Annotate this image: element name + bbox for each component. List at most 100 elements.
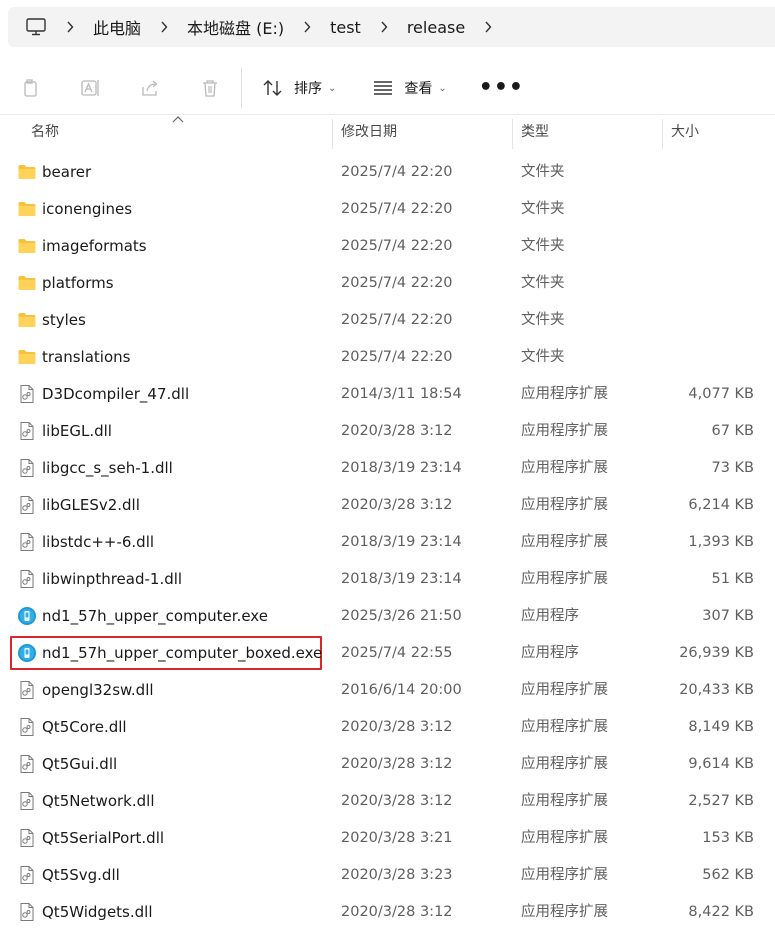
file-name[interactable]: iconengines: [42, 191, 132, 228]
file-size: 562 KB: [702, 867, 754, 883]
chevron-right-icon[interactable]: [151, 21, 177, 33]
file-row[interactable]: Qt5Core.dll 2020/3/28 3:12 应用程序扩展 8,149 KB: [0, 709, 775, 746]
dll-file-icon: [17, 421, 37, 441]
file-type: 应用程序扩展: [521, 571, 608, 587]
file-type: 应用程序扩展: [521, 423, 608, 439]
file-row[interactable]: styles 2025/7/4 22:20 文件夹: [0, 302, 775, 339]
address-bar[interactable]: 此电脑 本地磁盘 (E:) test release: [8, 7, 775, 47]
breadcrumb-release[interactable]: release: [397, 18, 475, 37]
file-size: 9,614 KB: [688, 756, 754, 772]
file-name[interactable]: Qt5Gui.dll: [42, 746, 117, 783]
file-row[interactable]: D3Dcompiler_47.dll 2014/3/11 18:54 应用程序扩展 4…: [0, 376, 775, 413]
file-size: 4,077 KB: [688, 386, 754, 402]
chevron-right-icon[interactable]: [371, 21, 397, 33]
file-row[interactable]: libstdc++-6.dll 2018/3/19 23:14 应用程序扩展 1,39…: [0, 524, 775, 561]
file-name[interactable]: Qt5SerialPort.dll: [42, 820, 164, 857]
column-header-date[interactable]: 修改日期: [341, 115, 397, 149]
file-date: 2018/3/19 23:14: [341, 571, 462, 587]
column-divider[interactable]: [332, 119, 333, 149]
column-divider[interactable]: [662, 119, 663, 149]
delete-icon[interactable]: [180, 60, 240, 116]
toolbar-divider: [241, 68, 242, 108]
file-type: 应用程序扩展: [521, 793, 608, 809]
file-name[interactable]: libwinpthread-1.dll: [42, 561, 182, 598]
file-size: 51 KB: [711, 571, 754, 587]
more-options-button[interactable]: •••: [471, 77, 532, 99]
file-row[interactable]: bearer 2025/7/4 22:20 文件夹: [0, 154, 775, 191]
file-row[interactable]: libwinpthread-1.dll 2018/3/19 23:14 应用程序扩展…: [0, 561, 775, 598]
file-row[interactable]: libEGL.dll 2020/3/28 3:12 应用程序扩展 67 KB: [0, 413, 775, 450]
file-name[interactable]: bearer: [42, 154, 91, 191]
file-row[interactable]: translations 2025/7/4 22:20 文件夹: [0, 339, 775, 376]
column-divider[interactable]: [512, 119, 513, 149]
rename-icon[interactable]: [60, 60, 120, 116]
folder-icon: [17, 236, 37, 256]
file-name[interactable]: imageformats: [42, 228, 147, 265]
dll-file-icon: [17, 828, 37, 848]
file-row[interactable]: Qt5Network.dll 2020/3/28 3:12 应用程序扩展 2,527 …: [0, 783, 775, 820]
file-name[interactable]: D3Dcompiler_47.dll: [42, 376, 189, 413]
file-date: 2025/7/4 22:20: [341, 201, 453, 217]
file-name[interactable]: platforms: [42, 265, 114, 302]
sort-ascending-icon: [172, 115, 184, 127]
file-size: 2,527 KB: [688, 793, 754, 809]
breadcrumb-drive-e[interactable]: 本地磁盘 (E:): [177, 15, 294, 39]
file-list: bearer 2025/7/4 22:20 文件夹 iconengines 2025/7…: [0, 154, 775, 931]
file-name[interactable]: libEGL.dll: [42, 413, 112, 450]
file-row[interactable]: libgcc_s_seh-1.dll 2018/3/19 23:14 应用程序扩展 7…: [0, 450, 775, 487]
file-row-highlighted[interactable]: nd1_57h_upper_computer_boxed.exe 2025/7/4…: [0, 635, 775, 672]
file-name[interactable]: opengl32sw.dll: [42, 672, 154, 709]
file-size: 1,393 KB: [688, 534, 754, 550]
file-size: 8,422 KB: [688, 904, 754, 920]
file-row[interactable]: platforms 2025/7/4 22:20 文件夹: [0, 265, 775, 302]
file-type: 文件夹: [521, 275, 565, 291]
file-date: 2025/7/4 22:20: [341, 349, 453, 365]
chevron-right-icon[interactable]: [475, 21, 501, 33]
file-row[interactable]: opengl32sw.dll 2016/6/14 20:00 应用程序扩展 20,43…: [0, 672, 775, 709]
folder-icon: [17, 273, 37, 293]
file-type: 应用程序扩展: [521, 756, 608, 772]
this-pc-icon[interactable]: [25, 16, 47, 38]
file-name[interactable]: libGLESv2.dll: [42, 487, 140, 524]
file-name[interactable]: libgcc_s_seh-1.dll: [42, 450, 173, 487]
dll-file-icon: [17, 865, 37, 885]
file-row[interactable]: libGLESv2.dll 2020/3/28 3:12 应用程序扩展 6,214 K…: [0, 487, 775, 524]
dll-file-icon: [17, 902, 37, 922]
file-type: 文件夹: [521, 238, 565, 254]
breadcrumb-this-pc[interactable]: 此电脑: [83, 15, 151, 39]
share-icon[interactable]: [120, 60, 180, 116]
file-date: 2016/6/14 20:00: [341, 682, 462, 698]
copy-icon[interactable]: [0, 60, 60, 116]
file-name[interactable]: libstdc++-6.dll: [42, 524, 154, 561]
sort-button[interactable]: 排序 ⌄: [252, 68, 346, 108]
file-date: 2018/3/19 23:14: [341, 534, 462, 550]
file-name[interactable]: Qt5Core.dll: [42, 709, 127, 746]
file-date: 2025/7/4 22:55: [341, 645, 453, 661]
file-row[interactable]: nd1_57h_upper_computer.exe 2025/3/26 21:5…: [0, 598, 775, 635]
file-row[interactable]: Qt5Gui.dll 2020/3/28 3:12 应用程序扩展 9,614 KB: [0, 746, 775, 783]
file-name[interactable]: Qt5Network.dll: [42, 783, 155, 820]
view-button[interactable]: 查看 ⌄: [362, 68, 456, 108]
dll-file-icon: [17, 384, 37, 404]
file-name[interactable]: nd1_57h_upper_computer_boxed.exe: [42, 635, 322, 672]
file-type: 应用程序扩展: [521, 534, 608, 550]
file-row[interactable]: imageformats 2025/7/4 22:20 文件夹: [0, 228, 775, 265]
breadcrumb-test[interactable]: test: [320, 18, 371, 37]
file-name[interactable]: styles: [42, 302, 86, 339]
column-header-name[interactable]: 名称: [31, 115, 59, 149]
chevron-right-icon[interactable]: [294, 21, 320, 33]
file-name[interactable]: Qt5Widgets.dll: [42, 894, 153, 931]
file-size: 26,939 KB: [679, 645, 754, 661]
chevron-right-icon[interactable]: [57, 21, 83, 33]
file-row[interactable]: Qt5Widgets.dll 2020/3/28 3:12 应用程序扩展 8,422 …: [0, 894, 775, 931]
file-name[interactable]: translations: [42, 339, 130, 376]
column-header-type[interactable]: 类型: [521, 115, 549, 149]
file-type: 应用程序扩展: [521, 830, 608, 846]
file-name[interactable]: Qt5Svg.dll: [42, 857, 120, 894]
command-bar: 排序 ⌄ 查看 ⌄ •••: [0, 60, 775, 116]
file-name[interactable]: nd1_57h_upper_computer.exe: [42, 598, 268, 635]
file-row[interactable]: Qt5Svg.dll 2020/3/28 3:23 应用程序扩展 562 KB: [0, 857, 775, 894]
file-row[interactable]: Qt5SerialPort.dll 2020/3/28 3:21 应用程序扩展 153…: [0, 820, 775, 857]
column-header-size[interactable]: 大小: [671, 115, 699, 149]
file-row[interactable]: iconengines 2025/7/4 22:20 文件夹: [0, 191, 775, 228]
